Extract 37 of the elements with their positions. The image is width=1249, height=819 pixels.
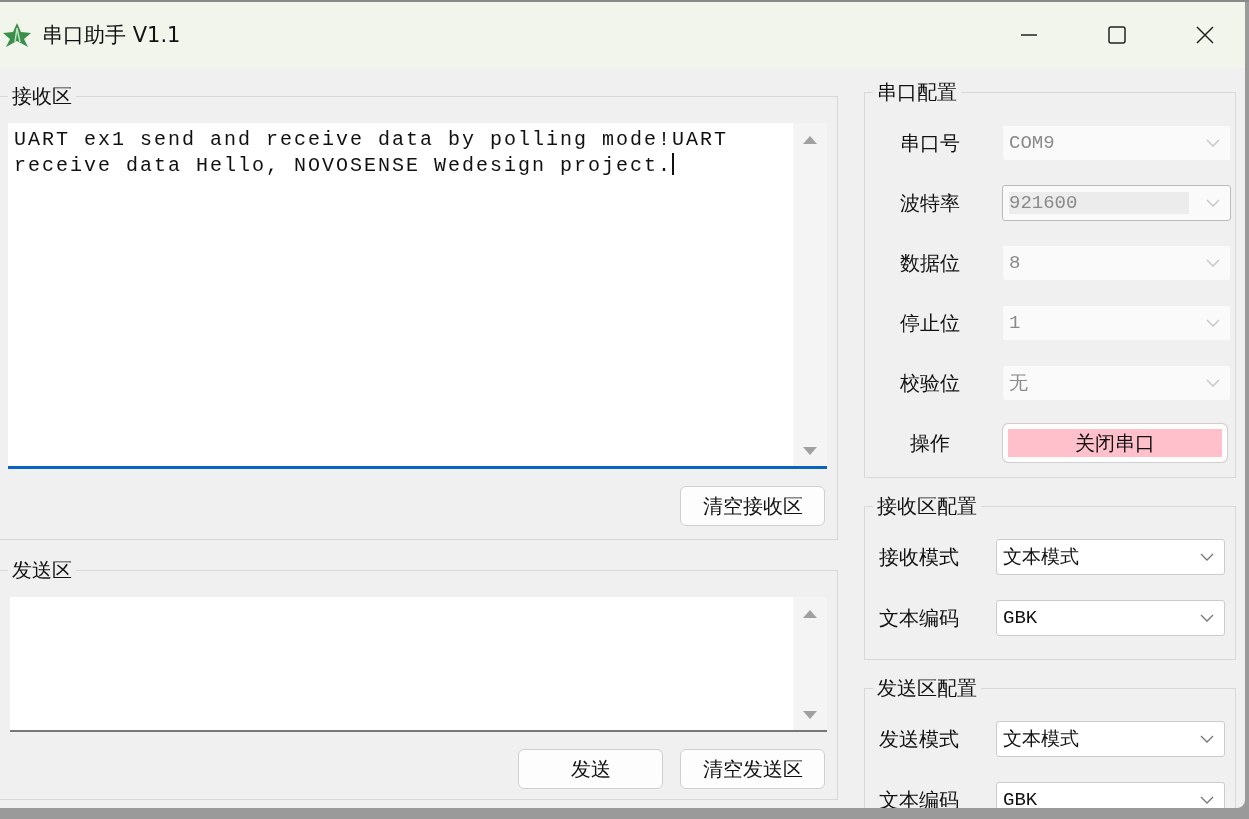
field-label: 波特率 <box>899 189 961 217</box>
field-label: 发送模式 <box>878 725 960 753</box>
chevron-down-icon <box>1206 259 1220 267</box>
dropdown[interactable]: GBK <box>996 782 1225 808</box>
field-label: 数据位 <box>899 249 961 277</box>
scroll-up-icon[interactable] <box>802 609 818 619</box>
chevron-down-icon <box>1200 553 1214 561</box>
field-label: 接收模式 <box>878 543 960 571</box>
field-label: 停止位 <box>899 309 961 337</box>
app-icon <box>2 22 32 48</box>
button[interactable]: 发送 <box>518 749 663 789</box>
close-icon[interactable] <box>1195 25 1215 45</box>
dropdown[interactable]: 文本模式 <box>996 539 1225 575</box>
scroll-down-icon[interactable] <box>802 710 818 720</box>
close-port-button[interactable]: 关闭串口 <box>1002 423 1228 463</box>
receive-text-area[interactable]: UART ex1 send and receive data by polling mode!UART receive data Hello, NOVOSENSE Wedesign project. <box>8 123 827 469</box>
chevron-down-icon <box>1200 614 1214 622</box>
chevron-down-icon <box>1206 139 1220 147</box>
window-title: 串口助手 V1.1 <box>42 22 181 49</box>
chevron-down-icon <box>1206 199 1220 207</box>
field-label: 串口号 <box>899 129 961 157</box>
scrollbar[interactable] <box>793 123 827 466</box>
scroll-down-icon[interactable] <box>802 446 818 456</box>
dropdown[interactable]: 文本模式 <box>996 721 1225 757</box>
button[interactable]: 清空接收区 <box>680 486 825 526</box>
field-label: 文本编码 <box>878 604 960 632</box>
button[interactable]: 清空发送区 <box>680 749 825 789</box>
dropdown[interactable]: GBK <box>996 600 1225 636</box>
chevron-down-icon <box>1200 796 1214 804</box>
field-label: 校验位 <box>899 369 961 397</box>
chevron-down-icon <box>1206 379 1220 387</box>
maximize-icon[interactable] <box>1107 25 1127 45</box>
chevron-down-icon <box>1200 735 1214 743</box>
scrollbar[interactable] <box>793 597 827 730</box>
field-label: 操作 <box>909 429 951 457</box>
chevron-down-icon <box>1206 319 1220 327</box>
scroll-up-icon[interactable] <box>802 135 818 145</box>
